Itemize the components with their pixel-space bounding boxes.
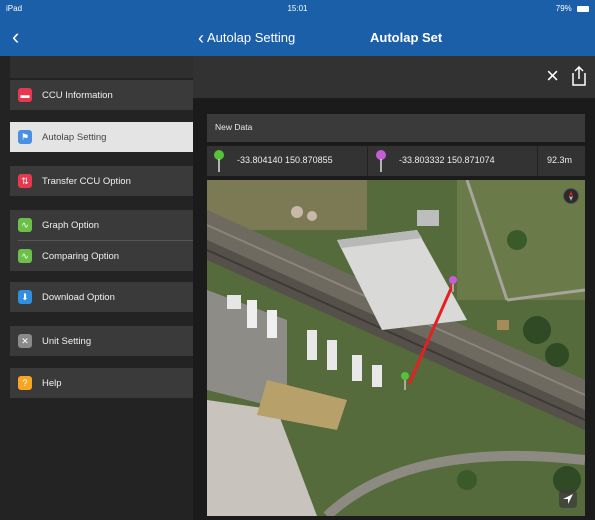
sidebar-item-label: Graph Option [42,219,100,231]
menu-group-download: ⬇ Download Option [10,282,193,312]
battery-icon [577,5,589,12]
help-icon: ? [18,376,32,390]
sidebar-item-graph-option[interactable]: ∿ Graph Option [10,210,193,240]
menu-group-unit: ✕ Unit Setting [10,326,193,356]
compass-needle-icon [569,191,573,201]
clock-label: 15:01 [287,4,308,13]
satellite-map[interactable] [207,180,585,516]
sidebar-item-label: Unit Setting [42,335,92,347]
end-coordinate: -33.803332 150.871074 [399,155,495,165]
distance-value: 92.3m [547,155,573,165]
page-title: Autolap Set [370,30,443,45]
menu-group-transfer: ⇅ Transfer CCU Option [10,166,193,196]
close-icon[interactable]: × [546,64,559,88]
sidebar-item-help[interactable]: ? Help [10,368,193,398]
download-icon: ⬇ [18,290,32,304]
sidebar-item-label: Comparing Option [42,250,120,262]
end-pin-icon [376,150,386,172]
menu-group-graph: ∿ Graph Option ∿ Comparing Option [10,210,193,271]
sidebar-item-label: Autolap Setting [42,131,107,143]
compare-icon: ∿ [18,249,32,263]
sidebar-item-comparing-option[interactable]: ∿ Comparing Option [10,241,193,271]
new-data-label: New Data [215,122,253,132]
sidebar-item-label: Help [42,377,62,389]
sidebar: ▬ CCU Information ⚑ Autolap Setting ⇅ Tr… [0,56,198,520]
sidebar-back-button[interactable]: ‹ [12,24,19,50]
menu-group-ccu: ▬ CCU Information [10,80,193,110]
menu-group-help: ? Help [10,368,193,398]
sidebar-item-label: Transfer CCU Option [42,175,131,187]
compass-icon[interactable] [563,188,579,204]
autolap-icon: ⚑ [18,130,32,144]
graph-icon: ∿ [18,218,32,232]
separator [537,146,538,176]
sidebar-item-ccu-information[interactable]: ▬ CCU Information [10,80,193,110]
sidebar-item-label: CCU Information [42,89,113,101]
sidebar-item-unit-setting[interactable]: ✕ Unit Setting [10,326,193,356]
sidebar-item-autolap-setting[interactable]: ⚑ Autolap Setting [10,122,193,152]
coordinates-bar: -33.804140 150.870855 -33.803332 150.871… [207,146,585,176]
start-coordinate: -33.804140 150.870855 [237,155,333,165]
main-panel: × New Data -33.804140 150.870855 -33.803… [193,56,595,520]
main-toolbar: × [193,56,595,98]
battery-label: 79% [555,4,572,13]
sidebar-header [10,56,193,78]
sidebar-item-download-option[interactable]: ⬇ Download Option [10,282,193,312]
transfer-icon: ⇅ [18,174,32,188]
chevron-left-icon: ‹ [198,27,204,48]
unit-icon: ✕ [18,334,32,348]
back-button-label: Autolap Setting [207,30,296,45]
battery-indicator: 79% [556,4,589,13]
location-arrow-icon [563,494,573,504]
back-button[interactable]: ‹ Autolap Setting [198,27,296,48]
status-bar: iPad 15:01 79% [0,0,595,20]
ccu-icon: ▬ [18,88,32,102]
sidebar-item-transfer-ccu-option[interactable]: ⇅ Transfer CCU Option [10,166,193,196]
locate-me-button[interactable] [559,490,577,508]
start-pin-icon [214,150,224,172]
map-imagery [207,180,585,516]
share-icon[interactable] [571,66,587,86]
menu-group-autolap: ⚑ Autolap Setting [10,122,193,152]
new-data-header: New Data [207,114,585,142]
sidebar-item-label: Download Option [42,291,115,303]
separator [367,146,368,176]
navigation-bar: ‹ ‹ Autolap Setting Autolap Set [0,20,595,56]
